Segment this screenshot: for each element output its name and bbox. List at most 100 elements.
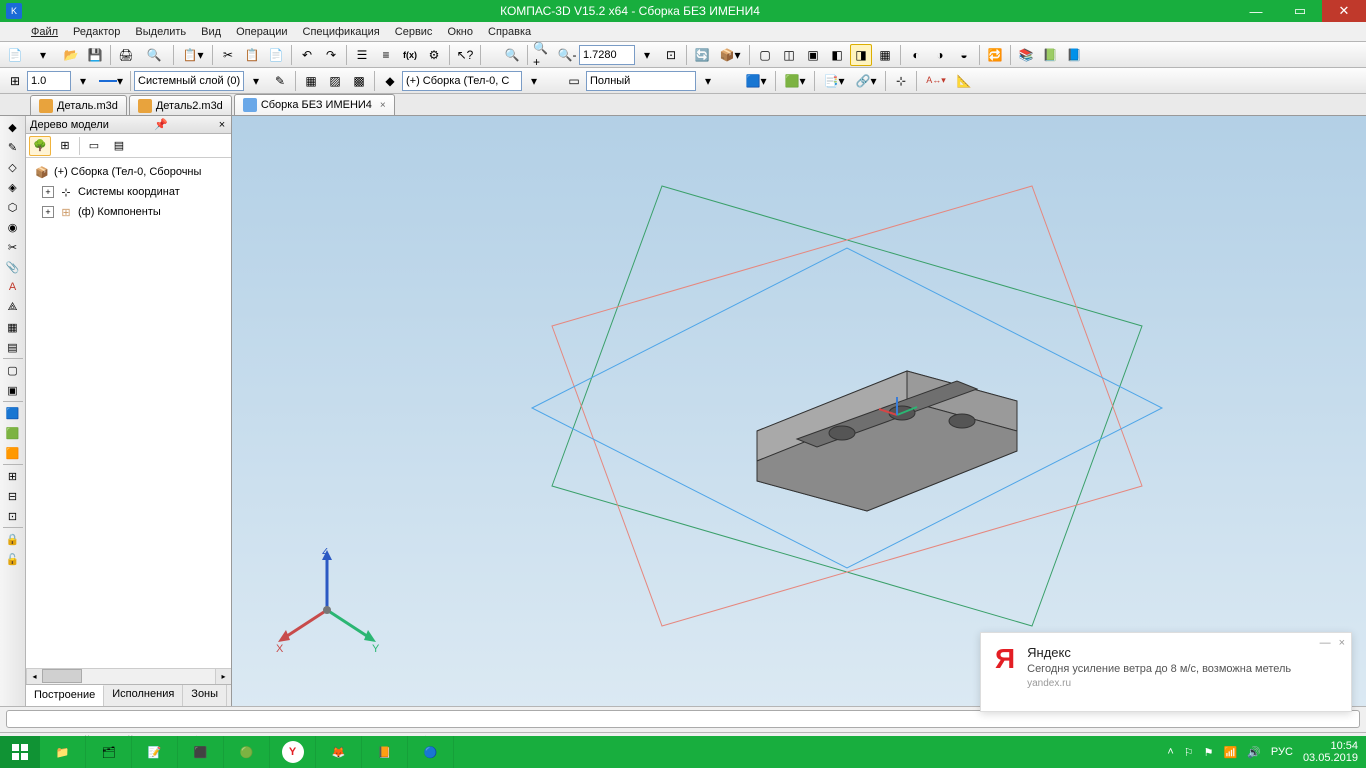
filter1-button[interactable]: ▦ (300, 70, 322, 92)
rail-btn[interactable]: 🟦 (3, 404, 23, 422)
paste-button[interactable]: 📄 (265, 44, 287, 66)
task-firefox[interactable]: 🦊 (316, 736, 362, 768)
tray-volume-icon[interactable]: 🔊 (1247, 746, 1261, 759)
start-button[interactable] (0, 736, 40, 768)
tray-network-icon[interactable]: 📶 (1224, 746, 1238, 759)
fit-button[interactable]: ⊡ (660, 44, 682, 66)
copy-set[interactable]: 📑▾ (819, 70, 849, 92)
task-notes[interactable]: 📝 (132, 736, 178, 768)
tray-icon[interactable]: ⚑ (1204, 746, 1214, 759)
nohidden-button[interactable]: ▣ (802, 44, 824, 66)
snap-button[interactable]: ⊞ (4, 70, 26, 92)
yandex-notification[interactable]: — × Я Яндекс Сегодня усиление ветра до 8… (980, 632, 1352, 712)
rail-btn[interactable]: ◇ (3, 158, 23, 176)
menu-help[interactable]: Справка (481, 24, 538, 40)
rail-btn[interactable]: ▣ (3, 381, 23, 399)
layer-input[interactable] (134, 71, 244, 91)
view-set1[interactable]: 🟦▾ (741, 70, 771, 92)
scale-input[interactable] (27, 71, 71, 91)
layer-dropdown[interactable]: ▾ (245, 70, 267, 92)
hidden-button[interactable]: ◫ (778, 44, 800, 66)
open-button[interactable]: 📂 (60, 44, 82, 66)
task-cmd[interactable]: ⬛ (178, 736, 224, 768)
rail-btn[interactable]: 🟩 (3, 424, 23, 442)
tree-tab-build[interactable]: Построение (26, 685, 104, 706)
tree-close-button[interactable]: × (215, 119, 229, 131)
section-button[interactable]: ◑ (929, 44, 951, 66)
menu-select[interactable]: Выделить (128, 24, 193, 40)
measure-button[interactable]: 📐 (953, 70, 975, 92)
component-dropdown[interactable]: ▾ (523, 70, 545, 92)
menu-window[interactable]: Окно (440, 24, 480, 40)
redo-button[interactable]: ↷ (320, 44, 342, 66)
save-button[interactable]: 💾 (84, 44, 106, 66)
notif-min-button[interactable]: — (1320, 637, 1331, 649)
tree-opt2-button[interactable]: ▤ (108, 136, 130, 156)
tray-expand-button[interactable]: ˄ (1167, 746, 1173, 758)
component-input[interactable] (402, 71, 522, 91)
view-set2[interactable]: 🟩▾ (780, 70, 810, 92)
style-dropdown[interactable]: ▾ (96, 70, 126, 92)
rail-btn[interactable]: ⊡ (3, 507, 23, 525)
rail-btn[interactable]: 🔒 (3, 530, 23, 548)
rail-btn[interactable]: 📎 (3, 258, 23, 276)
rail-btn[interactable]: ⬡ (3, 198, 23, 216)
display-dropdown[interactable]: ▾ (697, 70, 719, 92)
print-button[interactable]: 🖨 (115, 44, 137, 66)
scroll-left-button[interactable]: ◂ (26, 669, 42, 684)
maximize-button[interactable]: ▭ (1278, 0, 1322, 22)
expand-icon[interactable]: + (42, 206, 54, 218)
rail-btn[interactable]: A (3, 278, 23, 296)
help-cursor-button[interactable]: ↖? (454, 44, 476, 66)
rail-btn[interactable]: 🟧 (3, 444, 23, 462)
scroll-thumb[interactable] (42, 669, 82, 683)
rail-btn[interactable]: ⊞ (3, 467, 23, 485)
tree-node-coords[interactable]: + ⊹ Системы координат (28, 182, 229, 202)
tree-tab-exec[interactable]: Исполнения (104, 685, 183, 706)
tray-lang[interactable]: РУС (1271, 746, 1293, 758)
shadow-button[interactable]: ◐ (905, 44, 927, 66)
scale-dropdown[interactable]: ▾ (72, 70, 94, 92)
display-mode-input[interactable] (586, 71, 696, 91)
task-app1[interactable]: 📙 (362, 736, 408, 768)
rail-btn[interactable]: ◉ (3, 218, 23, 236)
component-button[interactable]: ◆ (379, 70, 401, 92)
tab-detail2[interactable]: Деталь2.m3d (129, 95, 232, 115)
new-button[interactable]: 📄 (4, 44, 26, 66)
dim-set[interactable]: A↔▾ (921, 70, 951, 92)
tree-mode-button[interactable]: 🌳 (29, 136, 51, 156)
layer-edit-button[interactable]: ✎ (269, 70, 291, 92)
filter2-button[interactable]: ▨ (324, 70, 346, 92)
rail-btn[interactable]: ✂ (3, 238, 23, 256)
rail-btn[interactable]: 🔓 (3, 550, 23, 568)
task-av[interactable]: 🟢 (224, 736, 270, 768)
doc-dropdown[interactable]: 📋▾ (178, 44, 208, 66)
zoom-window-button[interactable]: 🔍 (501, 44, 523, 66)
tree-expand-button[interactable]: ⊞ (54, 136, 76, 156)
rail-btn[interactable]: ▢ (3, 361, 23, 379)
zoom-out-button[interactable]: 🔍- (556, 44, 578, 66)
notif-close-button[interactable]: × (1339, 637, 1345, 649)
scroll-track[interactable] (42, 669, 215, 684)
menu-view[interactable]: Вид (194, 24, 228, 40)
rail-btn[interactable]: ▦ (3, 318, 23, 336)
command-input[interactable] (6, 710, 1360, 728)
simplify-button[interactable]: ◒ (953, 44, 975, 66)
zoom-in-button[interactable]: 🔍+ (532, 44, 554, 66)
shaded-edges-button[interactable]: ◨ (850, 44, 872, 66)
lib2-button[interactable]: 📗 (1039, 44, 1061, 66)
wireframe-button[interactable]: ▢ (754, 44, 776, 66)
close-button[interactable]: ✕ (1322, 0, 1366, 22)
rotate-button[interactable]: 🔄 (691, 44, 713, 66)
display-icon[interactable]: ▭ (563, 70, 585, 92)
task-folder[interactable]: 🗂 (86, 736, 132, 768)
vars-button[interactable]: ⚙ (423, 44, 445, 66)
task-yandex[interactable]: Y (270, 736, 316, 768)
properties-button[interactable]: ☰ (351, 44, 373, 66)
tree-hscroll[interactable]: ◂ ▸ (26, 668, 231, 684)
menu-file[interactable]: Файл (24, 24, 65, 40)
expand-icon[interactable]: + (42, 186, 54, 198)
menu-edit[interactable]: Редактор (66, 24, 127, 40)
pin-button[interactable]: 📌 (154, 118, 168, 131)
menu-service[interactable]: Сервис (388, 24, 440, 40)
